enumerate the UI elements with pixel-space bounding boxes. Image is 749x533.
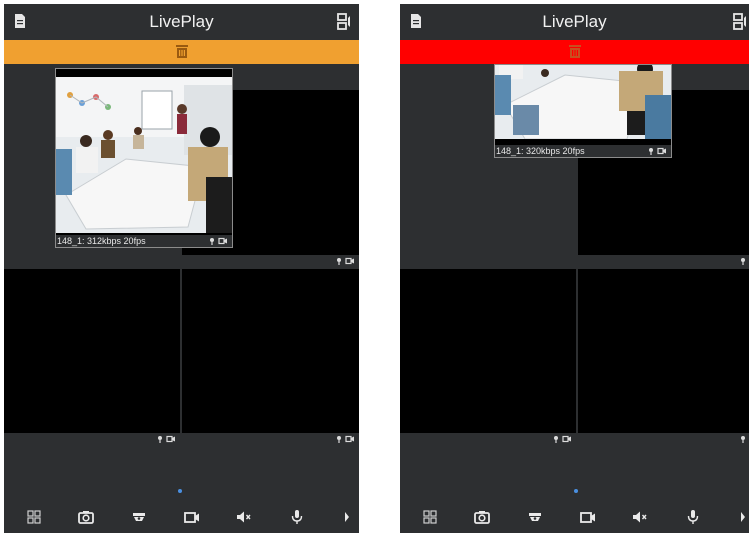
delete-drop-bar[interactable]	[4, 40, 359, 64]
bottom-toolbar	[400, 500, 749, 533]
page-title: LivePlay	[542, 12, 607, 31]
page-indicator-dot	[178, 489, 182, 493]
record-icon[interactable]	[578, 507, 598, 527]
channel-info-bar	[578, 255, 749, 267]
audio-record-status-icons	[158, 435, 175, 443]
video-cell-3[interactable]	[4, 269, 180, 445]
more-arrow-icon[interactable]	[339, 507, 353, 527]
delete-drop-bar[interactable]	[400, 40, 749, 64]
video-cell-4[interactable]	[578, 269, 749, 445]
liveplay-screen-left: LivePlay 148_1: 312kbps 20fps	[4, 4, 359, 533]
channel-info-bar	[182, 255, 359, 267]
camera-video-frame	[495, 65, 671, 139]
audio-record-status-icons	[337, 435, 354, 443]
dragged-video-preview[interactable]: 148_1: 312kbps 20fps	[55, 68, 233, 248]
liveplay-screen-right: LivePlay 148_1: 320kbps 20fps	[400, 4, 749, 533]
video-cell-4[interactable]	[182, 269, 359, 445]
audio-record-status-icons	[741, 258, 745, 265]
mute-icon[interactable]	[630, 507, 650, 527]
video-cell-3[interactable]	[400, 269, 576, 445]
title-bar: LivePlay	[400, 4, 749, 40]
split-screen-icon[interactable]	[337, 13, 351, 30]
title-bar: LivePlay	[4, 4, 359, 40]
ptz-icon[interactable]	[129, 507, 149, 527]
audio-record-status-icons	[554, 435, 571, 443]
trash-icon	[175, 45, 188, 58]
snapshot-icon[interactable]	[472, 507, 492, 527]
audio-record-status-icons	[649, 147, 666, 155]
snapshot-icon[interactable]	[76, 507, 96, 527]
ptz-icon[interactable]	[525, 507, 545, 527]
trash-icon	[568, 45, 581, 58]
mute-icon[interactable]	[234, 507, 254, 527]
channel-info-bar	[400, 433, 576, 445]
grid-layout-icon[interactable]	[420, 507, 440, 527]
audio-record-status-icons	[741, 436, 745, 443]
page-indicator-dot	[574, 489, 578, 493]
channel-info-bar	[578, 433, 749, 445]
grid-layout-icon[interactable]	[24, 507, 44, 527]
more-arrow-icon[interactable]	[735, 507, 749, 527]
channel-info-bar	[182, 433, 359, 445]
audio-record-status-icons	[210, 237, 227, 245]
split-screen-icon[interactable]	[733, 13, 747, 30]
stream-info-label: 148_1: 320kbps 20fps	[496, 146, 585, 156]
bottom-toolbar	[4, 500, 359, 533]
audio-record-status-icons	[337, 257, 354, 265]
camera-video-frame	[56, 77, 232, 233]
talk-icon[interactable]	[683, 507, 703, 527]
dragged-video-preview[interactable]: 148_1: 320kbps 20fps	[494, 64, 672, 158]
stream-info-label: 148_1: 312kbps 20fps	[57, 236, 146, 246]
record-icon[interactable]	[182, 507, 202, 527]
channel-info-bar	[4, 433, 180, 445]
channel-info-bar: 148_1: 312kbps 20fps	[56, 235, 232, 247]
page-title: LivePlay	[149, 12, 214, 31]
talk-icon[interactable]	[287, 507, 307, 527]
channel-info-bar: 148_1: 320kbps 20fps	[495, 145, 671, 157]
